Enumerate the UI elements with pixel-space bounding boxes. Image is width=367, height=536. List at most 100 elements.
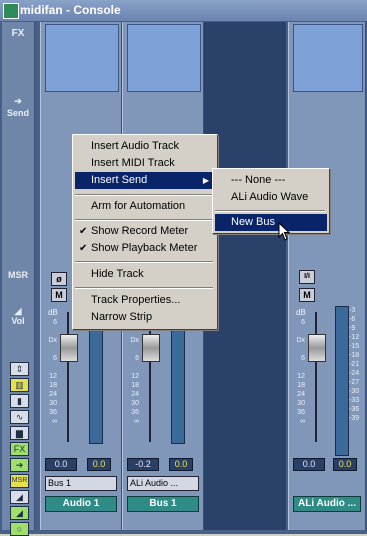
fader-scale-db: dB [48,308,58,317]
menu-insert-midi-track[interactable]: Insert MIDI Track [75,155,213,172]
fx-toggle-button[interactable]: FX [10,442,29,456]
fader-tick: 24 [49,391,57,398]
track-name-button[interactable]: Audio 1 [45,496,117,512]
send-toggle-icon[interactable]: ➔ [10,458,29,472]
mute-button[interactable]: M [51,288,67,302]
meter-tick: -12 [349,334,360,341]
fader-track [149,312,151,442]
submenu-arrow-icon: ▶ [202,176,209,185]
check-icon: ✔ [79,243,88,254]
menu-insert-send-label: Insert Send [91,174,148,186]
submenu-ali-audio-wave[interactable]: ALi Audio Wave [215,189,327,206]
level-value[interactable]: 0.0 [87,458,111,471]
spectrum-icon[interactable]: ▆ [10,426,29,440]
fader-tick: ∞ [52,418,57,425]
io-icon[interactable]: I/I [299,270,315,284]
menu-separator [75,194,213,196]
menu-track-properties[interactable]: Track Properties... [75,292,213,309]
level-meter [89,312,103,444]
menu-separator [75,287,213,289]
fader-tick: 36 [297,409,305,416]
channel-strip-ali-audio: I/I M dB 6 Dx 6 12 18 24 30 36 ∞ -3 -6 -… [288,22,366,530]
fader-tick: 36 [49,409,57,416]
send-arrow-icon: ➔ [14,96,22,106]
fader-scale: 6 Dx 6 12 18 24 30 36 ∞ [43,318,57,426]
fader-tick: 6 [135,355,139,362]
meter-tick: -39 [349,415,360,422]
menu-show-record-meter[interactable]: ✔ Show Record Meter [75,223,213,240]
meter-tick: -27 [349,379,360,386]
fader-tick: 18 [49,382,57,389]
meter-tick: -24 [349,370,360,377]
fader-tick: Dx [130,337,139,344]
eq-curve-icon[interactable]: ∿ [10,410,29,424]
fx-label: FX [11,28,25,39]
fx-slot-area[interactable] [293,24,363,92]
output-bus-select[interactable]: ALi Audio ... [127,476,199,491]
fx-slot-area[interactable] [127,24,201,92]
menu-narrow-strip[interactable]: Narrow Strip [75,309,213,326]
pan-value[interactable]: -0.2 [127,458,159,471]
meter-tick: -18 [349,352,360,359]
fader-scale: 6 Dx 6 12 18 24 30 36 ∞ [291,318,305,426]
fx-slot-area[interactable] [45,24,119,92]
fader-tick: 30 [131,400,139,407]
submenu-new-bus[interactable]: New Bus [215,214,327,231]
volume-fader[interactable] [142,334,160,362]
fader-scale: 6 Dx 6 12 18 24 30 36 ∞ [125,318,139,426]
track-name-button[interactable]: ALi Audio ... [293,496,361,512]
volume-fader[interactable] [60,334,78,362]
menu-hide-track[interactable]: Hide Track [75,266,213,283]
ramp-toggle-icon[interactable]: ◢ [10,506,29,520]
phase-button[interactable]: ø [51,272,67,286]
level-value[interactable]: 0.0 [169,458,193,471]
fader-tick: 6 [301,355,305,362]
level-value[interactable]: 0.0 [333,458,357,471]
menu-separator [75,261,213,263]
app-icon [3,3,19,19]
left-toolbar: FX ➔ Send MSR ◢ Vol ⇕ ▥ ▮ ∿ ▆ FX ➔ MSR ◢… [2,22,35,536]
fader-track [315,312,317,442]
volume-ramp-icon[interactable]: ◢ [10,490,29,504]
fader-view-icon[interactable]: ▮ [10,394,29,408]
submenu-none[interactable]: --- None --- [215,172,327,189]
fader-tick: 6 [53,319,57,326]
fader-tick: 36 [131,409,139,416]
meter-tick: -3 [349,307,356,314]
fader-tick: 24 [297,391,305,398]
msr-toggle-button[interactable]: MSR [10,474,29,488]
menu-insert-send[interactable]: Insert Send ▶ [75,172,213,189]
meter-tick: -36 [349,406,360,413]
volume-fader[interactable] [308,334,326,362]
msr-label: MSR [8,270,28,280]
pan-value[interactable]: 0.0 [45,458,77,471]
track-name-button[interactable]: Bus 1 [127,496,199,512]
menu-insert-audio-track[interactable]: Insert Audio Track [75,138,213,155]
mute-button[interactable]: M [299,288,315,302]
menu-separator [75,219,213,221]
title-bar: midifan - Console [0,0,367,21]
menu-arm-for-automation[interactable]: Arm for Automation [75,198,213,215]
insert-send-submenu: --- None --- ALi Audio Wave New Bus [212,168,330,234]
meter-tick: -33 [349,397,360,404]
meter-view-icon[interactable]: ▥ [10,378,29,392]
meter-tick: -6 [349,316,356,323]
level-meter [171,312,185,444]
fader-tick: 6 [301,319,305,326]
output-bus-select[interactable]: Bus 1 [45,476,117,491]
fader-tick: 12 [297,373,305,380]
pan-value[interactable]: 0.0 [293,458,325,471]
fader-tick: 24 [131,391,139,398]
meter-tick: -9 [349,325,356,332]
fader-tick: ∞ [300,418,305,425]
fader-tick: Dx [296,337,305,344]
window-title: midifan - Console [20,3,121,17]
fader-scale-db: dB [296,308,306,317]
expand-icon[interactable]: ⇕ [10,362,29,376]
fader-tick: 30 [297,400,305,407]
fader-track [67,312,69,442]
check-icon: ✔ [79,226,88,237]
menu-show-playback-meter[interactable]: ✔ Show Playback Meter [75,240,213,257]
fader-tick: 30 [49,400,57,407]
context-menu: Insert Audio Track Insert MIDI Track Ins… [72,134,218,330]
